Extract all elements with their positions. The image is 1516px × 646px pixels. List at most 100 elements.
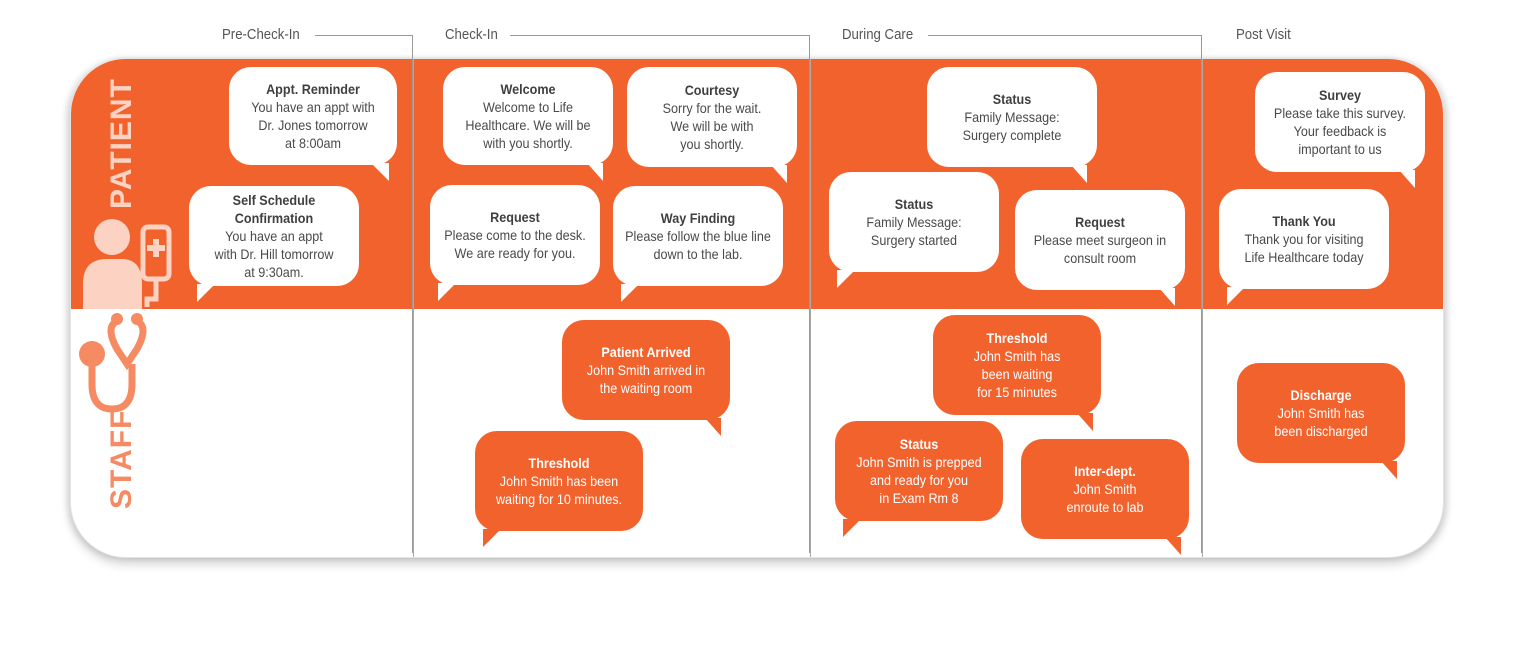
- message-title: Threshold: [528, 455, 590, 471]
- message-line: Please meet surgeon in: [1033, 232, 1167, 248]
- message-line: John Smith has been: [499, 473, 619, 489]
- bubble-tail: [843, 519, 861, 537]
- message-line: been waiting: [981, 366, 1053, 382]
- message-title: Status: [992, 91, 1032, 107]
- staff-message-status-prepped: Status John Smith is prepped and ready f…: [835, 421, 1003, 521]
- phase-divider: [810, 59, 811, 557]
- patient-message-appt-reminder: Appt. Reminder You have an appt with Dr.…: [229, 67, 397, 165]
- phase-connector: [315, 35, 413, 36]
- patient-message-courtesy: Courtesy Sorry for the wait. We will be …: [627, 67, 797, 167]
- message-line: John Smith has: [1277, 405, 1365, 421]
- message-line: John Smith has: [973, 348, 1061, 364]
- phase-connector: [1201, 35, 1202, 553]
- message-line: John Smith arrived in: [586, 362, 706, 378]
- patient-message-status-started: Status Family Message: Surgery started: [829, 172, 999, 272]
- message-line: Thank you for visiting: [1244, 231, 1364, 247]
- message-title: Survey: [1318, 87, 1362, 103]
- staff-message-inter-dept: Inter-dept. John Smith enroute to lab: [1021, 439, 1189, 539]
- patient-message-request-surgeon: Request Please meet surgeon in consult r…: [1015, 190, 1185, 290]
- bubble-tail: [438, 283, 456, 301]
- phase-connector: [412, 35, 413, 553]
- bubble-tail: [771, 165, 787, 183]
- message-line: important to us: [1298, 141, 1382, 157]
- message-title: Way Finding: [660, 210, 736, 226]
- message-title: Welcome: [500, 81, 556, 97]
- message-title: Threshold: [986, 330, 1048, 346]
- message-title: Self Schedule Confirmation: [232, 192, 316, 226]
- staff-message-threshold-15: Threshold John Smith has been waiting fo…: [933, 315, 1101, 415]
- message-line: and ready for you: [869, 472, 969, 488]
- bubble-tail: [1159, 288, 1175, 306]
- message-line: Family Message:: [964, 109, 1060, 125]
- staff-message-discharge: Discharge John Smith has been discharged: [1237, 363, 1405, 463]
- phase-during-care: During Care: [842, 26, 914, 43]
- bubble-tail: [837, 270, 855, 288]
- message-title: Status: [899, 436, 939, 452]
- phase-connector: [928, 35, 1202, 36]
- phase-divider: [1202, 59, 1203, 557]
- journey-card: PATIENT STAFF Appt. Reminder You have an…: [70, 58, 1444, 558]
- message-line: Your feedback is: [1293, 123, 1387, 139]
- patient-message-welcome: Welcome Welcome to Life Healthcare. We w…: [443, 67, 613, 165]
- patient-message-thank-you: Thank You Thank you for visiting Life He…: [1219, 189, 1389, 289]
- message-title: Request: [490, 209, 540, 225]
- message-line: Healthcare. We will be: [465, 117, 591, 133]
- message-line: Please come to the desk.: [444, 227, 586, 243]
- message-line: Dr. Jones tomorrow: [258, 117, 368, 133]
- message-line: We are ready for you.: [454, 245, 576, 261]
- message-title: Request: [1075, 214, 1125, 230]
- message-title: Thank You: [1272, 213, 1336, 229]
- message-line: Surgery complete: [962, 127, 1062, 143]
- stethoscope-icon: [79, 313, 147, 413]
- message-line: been discharged: [1274, 423, 1368, 439]
- message-line: Surgery started: [870, 232, 958, 248]
- message-line: Welcome to Life: [482, 99, 574, 115]
- message-line: in Exam Rm 8: [879, 490, 959, 506]
- phase-post-visit: Post Visit: [1236, 26, 1291, 43]
- patient-message-request-desk: Request Please come to the desk. We are …: [430, 185, 600, 285]
- message-line: with Dr. Hill tomorrow: [214, 246, 334, 262]
- message-line: down to the lab.: [653, 246, 743, 262]
- phase-connector: [510, 35, 810, 36]
- message-title: Inter-dept.: [1074, 463, 1136, 479]
- bubble-tail: [621, 284, 639, 302]
- bubble-tail: [587, 163, 603, 181]
- message-line: for 15 minutes: [977, 384, 1057, 400]
- message-line: Life Healthcare today: [1244, 249, 1364, 265]
- bubble-tail: [705, 418, 721, 436]
- bubble-tail: [1165, 537, 1181, 555]
- bubble-tail: [483, 529, 501, 547]
- patient-message-survey: Survey Please take this survey. Your fee…: [1255, 72, 1425, 172]
- bubble-tail: [1227, 287, 1245, 305]
- message-line: waiting for 10 minutes.: [495, 491, 623, 507]
- phase-pre-check-in: Pre-Check-In: [222, 26, 300, 43]
- bubble-tail: [1077, 413, 1093, 431]
- message-title: Appt. Reminder: [266, 81, 360, 97]
- message-line: Sorry for the wait.: [662, 100, 762, 116]
- message-line: Please follow the blue line: [625, 228, 771, 244]
- message-line: the waiting room: [599, 380, 693, 396]
- message-title: Discharge: [1290, 387, 1352, 403]
- message-line: John Smith: [1073, 481, 1137, 497]
- message-line: you shortly.: [680, 136, 744, 152]
- message-title: Status: [894, 196, 934, 212]
- patient-message-status-complete: Status Family Message: Surgery complete: [927, 67, 1097, 167]
- message-line: You have an appt with: [251, 99, 375, 115]
- bubble-tail: [1381, 461, 1397, 479]
- message-line: consult room: [1063, 250, 1137, 266]
- bubble-tail: [1071, 165, 1087, 183]
- message-line: with you shortly.: [483, 135, 573, 151]
- message-line: enroute to lab: [1066, 499, 1144, 515]
- staff-message-threshold-10: Threshold John Smith has been waiting fo…: [475, 431, 643, 531]
- bubble-tail: [1399, 170, 1415, 188]
- message-line: Please take this survey.: [1273, 105, 1407, 121]
- message-line: John Smith is prepped: [856, 454, 982, 470]
- message-title: Patient Arrived: [601, 344, 691, 360]
- patient-iv-icon: [83, 219, 172, 309]
- staff-message-patient-arrived: Patient Arrived John Smith arrived in th…: [562, 320, 730, 420]
- message-line: We will be with: [670, 118, 754, 134]
- bubble-tail: [197, 284, 215, 302]
- patient-message-way-finding: Way Finding Please follow the blue line …: [613, 186, 783, 286]
- message-line: at 8:00am: [284, 135, 342, 151]
- phase-check-in: Check-In: [445, 26, 498, 43]
